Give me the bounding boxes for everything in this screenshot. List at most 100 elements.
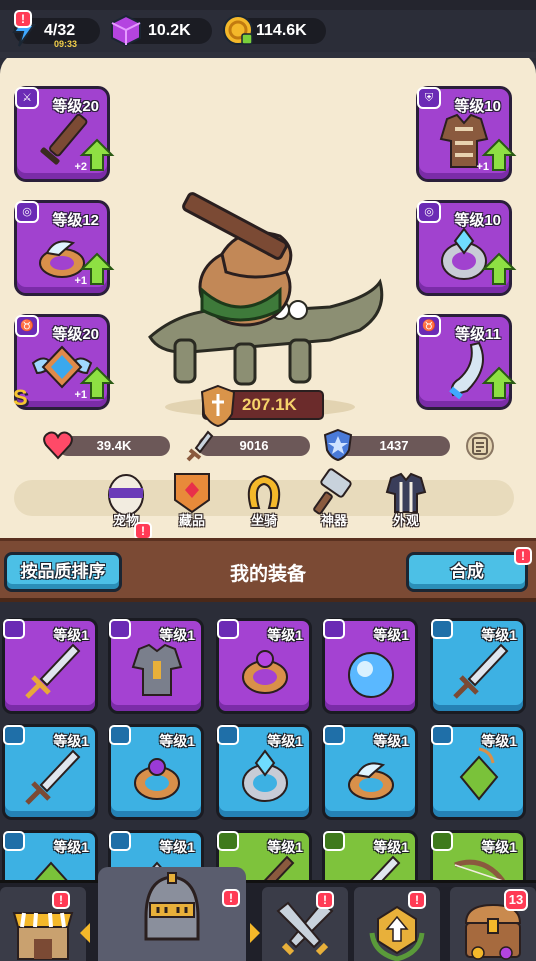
status-strip — [0, 0, 536, 10]
upgrade-arrow-icon — [79, 252, 115, 285]
sort-by-quality-button[interactable]: 按品质排序 — [4, 552, 122, 592]
battle-alert-badge: ! — [316, 891, 334, 909]
hero-character[interactable] — [130, 162, 400, 422]
tab-appearance-label: 外观 — [392, 513, 419, 528]
necklace-type-icon — [323, 619, 345, 639]
gem-value: 10.2K — [148, 22, 191, 39]
attack-value: 9016 — [239, 438, 269, 453]
ring-type-icon — [217, 725, 239, 745]
sword-icon — [453, 643, 509, 699]
inventory-item[interactable]: 等级1 — [2, 830, 98, 880]
necklace-type-icon — [109, 831, 131, 851]
energy-value: 4/32 — [44, 22, 76, 39]
equipment-header: 按品质排序 我的装备 合成 ! — [0, 538, 536, 602]
inventory-item[interactable]: 等级1 — [108, 618, 204, 714]
upgrade-arrow-icon — [481, 366, 517, 399]
inventory-item[interactable]: 等级1 — [430, 830, 526, 880]
inventory-item[interactable]: 等级1 — [322, 830, 418, 880]
inventory-item[interactable]: 等级1 — [2, 724, 98, 820]
weapon-type-icon — [3, 619, 25, 639]
shop-alert-badge: ! — [52, 891, 70, 909]
ring-type-icon — [109, 725, 131, 745]
tab-collection[interactable]: 藏品 — [164, 468, 220, 529]
necklace-type-icon — [3, 831, 25, 851]
inventory-item[interactable]: 等级1 — [2, 618, 98, 714]
equip-slot-ring[interactable]: ◎ 等级12 +1 — [14, 200, 115, 296]
resource-bar: 4/32 09:33 ! 10.2K 114.6K — [0, 0, 536, 52]
ring-type-icon — [323, 725, 345, 745]
weapon-type-icon — [323, 831, 345, 851]
tab-appearance[interactable]: 外观 — [378, 468, 434, 529]
amulet-icon — [459, 747, 499, 801]
nav-battle[interactable] — [262, 887, 348, 961]
weapon-type-icon — [431, 619, 453, 639]
inventory-item[interactable]: 等级1 — [108, 724, 204, 820]
tab-mount-label: 坐骑 — [250, 513, 277, 528]
equipment-alert-badge: ! — [222, 889, 240, 907]
coin-value: 114.6K — [256, 22, 307, 39]
weapon-type-icon — [3, 725, 25, 745]
sword-icon — [25, 643, 81, 699]
ring-icon — [134, 758, 180, 800]
ring-type-icon — [217, 619, 239, 639]
sword-icon — [369, 855, 401, 880]
coin-icon — [223, 15, 253, 45]
equip-slot-necklace-2[interactable]: ♉ 等级11 — [416, 314, 517, 410]
tab-collection-label: 藏品 — [178, 513, 205, 528]
upgrade-arrow-icon — [481, 138, 517, 171]
stat-hp: 39.4K — [43, 431, 170, 460]
crystal-ring-icon — [242, 749, 288, 802]
sword-icon — [186, 430, 214, 462]
power-shield-icon — [200, 384, 236, 428]
upgrade-arrow-icon — [481, 252, 517, 285]
upgrade-alert-badge: ! — [408, 891, 426, 909]
merge-button[interactable]: 合成 — [406, 552, 528, 592]
merge-alert-badge: ! — [514, 547, 532, 565]
inventory-item[interactable]: 等级1 — [430, 724, 526, 820]
stat-details-button[interactable] — [466, 432, 494, 460]
gem-counter[interactable]: 10.2K — [111, 14, 212, 47]
tab-mount[interactable]: 坐骑 — [236, 468, 292, 529]
ring-type-icon: ◎ — [15, 201, 39, 223]
amulet-icon — [34, 861, 68, 880]
stat-defense: 1437 — [323, 428, 450, 462]
ring-type-icon: ◎ — [417, 201, 441, 223]
ring-icon — [242, 650, 288, 694]
sword-icon — [25, 749, 81, 805]
bow-icon — [454, 859, 505, 880]
equip-slot-necklace[interactable]: ♉ 等级20 S +1 — [13, 314, 115, 410]
inventory-item[interactable]: 等级1 — [216, 618, 312, 714]
inventory-item[interactable]: 等级1 — [322, 618, 418, 714]
hp-value: 39.4K — [96, 438, 132, 453]
armor-type-icon: ⛨ — [417, 87, 441, 109]
energy-timer: 09:33 — [54, 39, 78, 49]
grade-letter: S — [13, 385, 28, 410]
knight-helmet-icon — [144, 872, 200, 941]
nav-upgrade[interactable] — [354, 887, 440, 961]
necklace-type-icon: ♉ — [417, 315, 441, 337]
tab-pet[interactable]: 宠物 — [98, 468, 154, 529]
combat-power: 207.1K — [200, 384, 324, 428]
equipment-title: 我的装备 — [229, 564, 306, 585]
character-panel: ⚔ 等级20 +2 ⛨ 等级10 +1 ◎ 等级12 +1 ◎ 等级10 ♉ 等… — [0, 52, 536, 540]
equip-slot-ring-2[interactable]: ◎ 等级10 — [416, 200, 517, 296]
orb-icon — [348, 652, 394, 698]
nav-left-arrow-icon[interactable] — [80, 923, 90, 943]
stat-attack: 9016 — [186, 430, 310, 462]
upgrade-arrow-icon — [79, 366, 115, 399]
inventory-item[interactable]: 等级1 — [322, 724, 418, 820]
list-icon — [472, 437, 488, 455]
equip-slot-weapon[interactable]: ⚔ 等级20 +2 — [14, 86, 115, 182]
weapon-type-icon: ⚔ — [15, 87, 39, 109]
nav-right-arrow-icon[interactable] — [250, 923, 260, 943]
tab-artifact[interactable]: 神器 — [306, 468, 362, 529]
equip-slot-armor[interactable]: ⛨ 等级10 +1 — [416, 86, 517, 182]
necklace-type-icon — [431, 725, 453, 745]
energy-alert-badge: ! — [14, 10, 32, 28]
inventory-item[interactable]: 等级1 — [430, 618, 526, 714]
coin-counter[interactable]: 114.6K — [223, 15, 326, 45]
inventory-item[interactable]: 等级1 — [216, 724, 312, 820]
nav-equipment[interactable] — [98, 867, 246, 961]
armor-type-icon — [109, 619, 131, 639]
nav-shop[interactable] — [0, 887, 86, 961]
